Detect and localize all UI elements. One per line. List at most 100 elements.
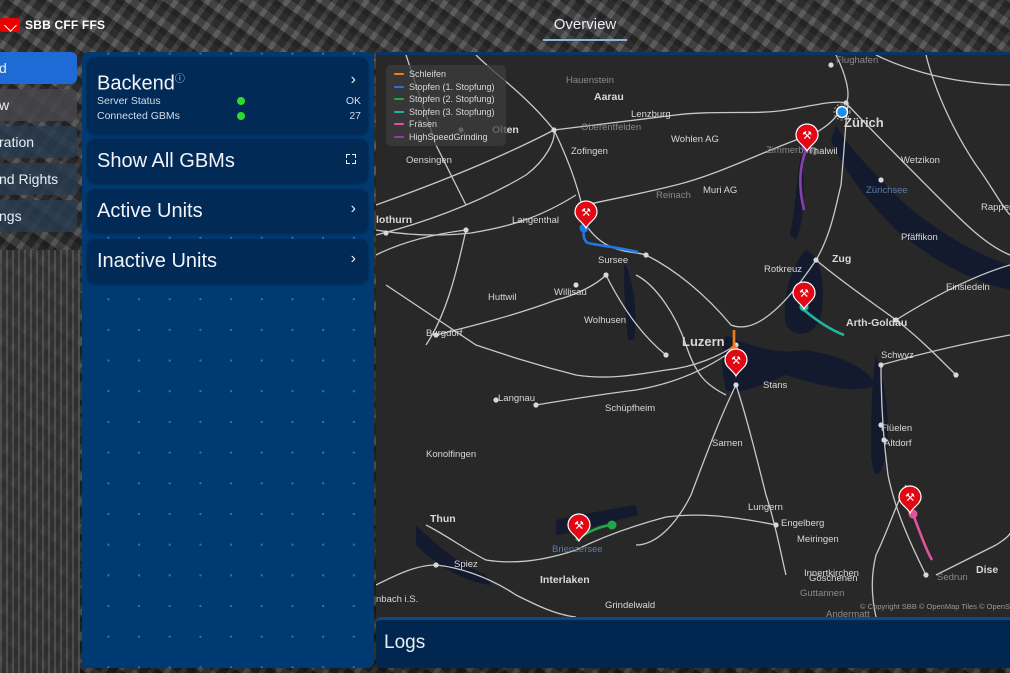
- place-label: Thalwil: [808, 146, 838, 157]
- legend-item: HighSpeedGrinding: [386, 131, 506, 144]
- station-marker[interactable]: [878, 177, 884, 183]
- legend-swatch: [394, 135, 404, 138]
- worksite-uri-pin[interactable]: ⚒: [898, 485, 922, 515]
- lake-shape: [556, 505, 638, 535]
- status-indicator-dot: [237, 112, 245, 120]
- place-label: Engelberg: [781, 518, 824, 529]
- rail-network-map[interactable]: HauensteinAarauOltenOberentfeldenLenzbur…: [376, 52, 1010, 617]
- sidebar-item-label: nd Rights: [0, 171, 59, 187]
- map-attribution[interactable]: © Copyright SBB © OpenMap Tiles © OpenS: [860, 602, 1010, 611]
- sidebar-item-configuration[interactable]: ration: [0, 126, 77, 158]
- current-location-icon[interactable]: [835, 105, 849, 119]
- station-marker[interactable]: [463, 227, 469, 233]
- station-marker[interactable]: [773, 522, 779, 528]
- place-label: Altdorf: [884, 438, 912, 449]
- place-label: Zofingen: [571, 146, 608, 157]
- station-marker[interactable]: [733, 382, 739, 388]
- tab-overview-indicator: [543, 39, 627, 41]
- legend-swatch: [394, 110, 404, 113]
- place-label: Zug: [832, 253, 851, 265]
- brand-name: SBB CFF FFS: [25, 18, 106, 32]
- sidebar-item-dashboard[interactable]: d: [0, 52, 77, 84]
- place-label: Langnau: [498, 393, 535, 404]
- place-label: Stans: [763, 380, 788, 391]
- place-label: Arth-Goldau: [846, 317, 907, 329]
- connected-gbms-label: Connected GBMs: [97, 110, 180, 122]
- tab-overview[interactable]: Overview: [543, 16, 627, 33]
- chevron-right-icon: ›: [350, 200, 356, 217]
- place-label: Oensingen: [406, 155, 452, 166]
- legend-item: Stopfen (2. Stopfung): [386, 93, 506, 106]
- rail-line: [376, 229, 467, 256]
- place-label: Göschenen: [809, 573, 858, 584]
- aerial-background-railyard: [0, 250, 80, 673]
- work-route-line[interactable]: [912, 516, 934, 561]
- place-label: Zürich: [844, 115, 884, 130]
- sbb-logo: SBB CFF FFS: [0, 14, 105, 36]
- active-units-label: Active Units: [97, 200, 203, 222]
- worksite-sursee-pin[interactable]: ⚒: [574, 200, 598, 230]
- place-label: Konolfingen: [426, 449, 476, 460]
- server-status-row: Server Status OK: [97, 95, 361, 107]
- rail-line: [435, 274, 607, 336]
- station-marker[interactable]: [383, 230, 389, 236]
- legend-swatch: [394, 123, 404, 126]
- place-label: Sarnen: [712, 438, 743, 449]
- sidebar-item-roles-and-rights[interactable]: nd Rights: [0, 163, 77, 195]
- sidebar-item-overview[interactable]: w: [0, 89, 77, 121]
- station-marker[interactable]: [663, 352, 669, 358]
- station-marker[interactable]: [813, 257, 819, 263]
- place-label: nbach i.S.: [376, 594, 418, 605]
- station-marker[interactable]: [603, 272, 609, 278]
- station-marker[interactable]: [923, 572, 929, 578]
- place-label: Sedrun: [937, 572, 968, 583]
- server-status-label: Server Status: [97, 95, 161, 107]
- sidebar-item-label: ration: [0, 134, 35, 150]
- sidebar-item-label: d: [0, 60, 7, 76]
- construction-worker-icon: ⚒: [731, 354, 741, 367]
- sidebar-item-settings[interactable]: ngs: [0, 200, 77, 232]
- station-marker[interactable]: [433, 562, 439, 568]
- active-units-button[interactable]: Active Units ›: [87, 189, 368, 233]
- place-label: Reinach: [656, 190, 691, 201]
- place-label: Interlaken: [540, 574, 590, 586]
- place-label: Lenzburg: [631, 109, 671, 120]
- station-marker[interactable]: [828, 62, 834, 68]
- backend-card[interactable]: Backendⓘ › Server Status OK Connected GB…: [87, 57, 368, 134]
- sidebar-nav: d w ration nd Rights ngs: [0, 52, 77, 237]
- logs-panel[interactable]: Logs: [376, 617, 1010, 668]
- worksite-brienz-pin[interactable]: ⚒: [567, 513, 591, 543]
- place-label: Hauenstein: [566, 75, 614, 86]
- info-icon[interactable]: ⓘ: [175, 74, 185, 85]
- station-marker[interactable]: [953, 372, 959, 378]
- expand-icon: [346, 154, 356, 164]
- rail-line: [880, 364, 927, 576]
- rail-line: [875, 55, 1010, 86]
- place-label: Thun: [430, 513, 456, 525]
- place-label: Aarau: [594, 91, 624, 103]
- connected-gbms-value: 27: [349, 110, 361, 122]
- show-all-gbms-button[interactable]: Show All GBMs: [87, 139, 368, 183]
- place-label: Meiringen: [797, 534, 839, 545]
- show-all-gbms-label: Show All GBMs: [97, 150, 235, 172]
- place-label: Zürichsee: [866, 185, 908, 196]
- place-label: Willisau: [554, 287, 587, 298]
- place-label: Dise: [976, 564, 998, 576]
- station-marker[interactable]: [878, 362, 884, 368]
- station-marker[interactable]: [643, 252, 649, 258]
- server-status-value: OK: [345, 95, 361, 107]
- control-panel: Backendⓘ › Server Status OK Connected GB…: [82, 52, 374, 668]
- place-label: Rotkreuz: [764, 264, 802, 275]
- place-label: Oberentfelden: [581, 122, 641, 133]
- legend-item: Fräsen: [386, 118, 506, 131]
- connected-gbms-row: Connected GBMs 27: [97, 110, 361, 122]
- construction-worker-icon: ⚒: [799, 287, 809, 300]
- chevron-right-icon: ›: [350, 250, 356, 267]
- rail-line: [735, 384, 787, 576]
- work-route-line[interactable]: [582, 230, 639, 254]
- place-label: Flughafen: [836, 55, 878, 66]
- status-indicator-dot: [237, 97, 245, 105]
- logs-title: Logs: [384, 632, 426, 653]
- station-marker[interactable]: [551, 127, 557, 133]
- inactive-units-button[interactable]: Inactive Units ›: [87, 239, 368, 283]
